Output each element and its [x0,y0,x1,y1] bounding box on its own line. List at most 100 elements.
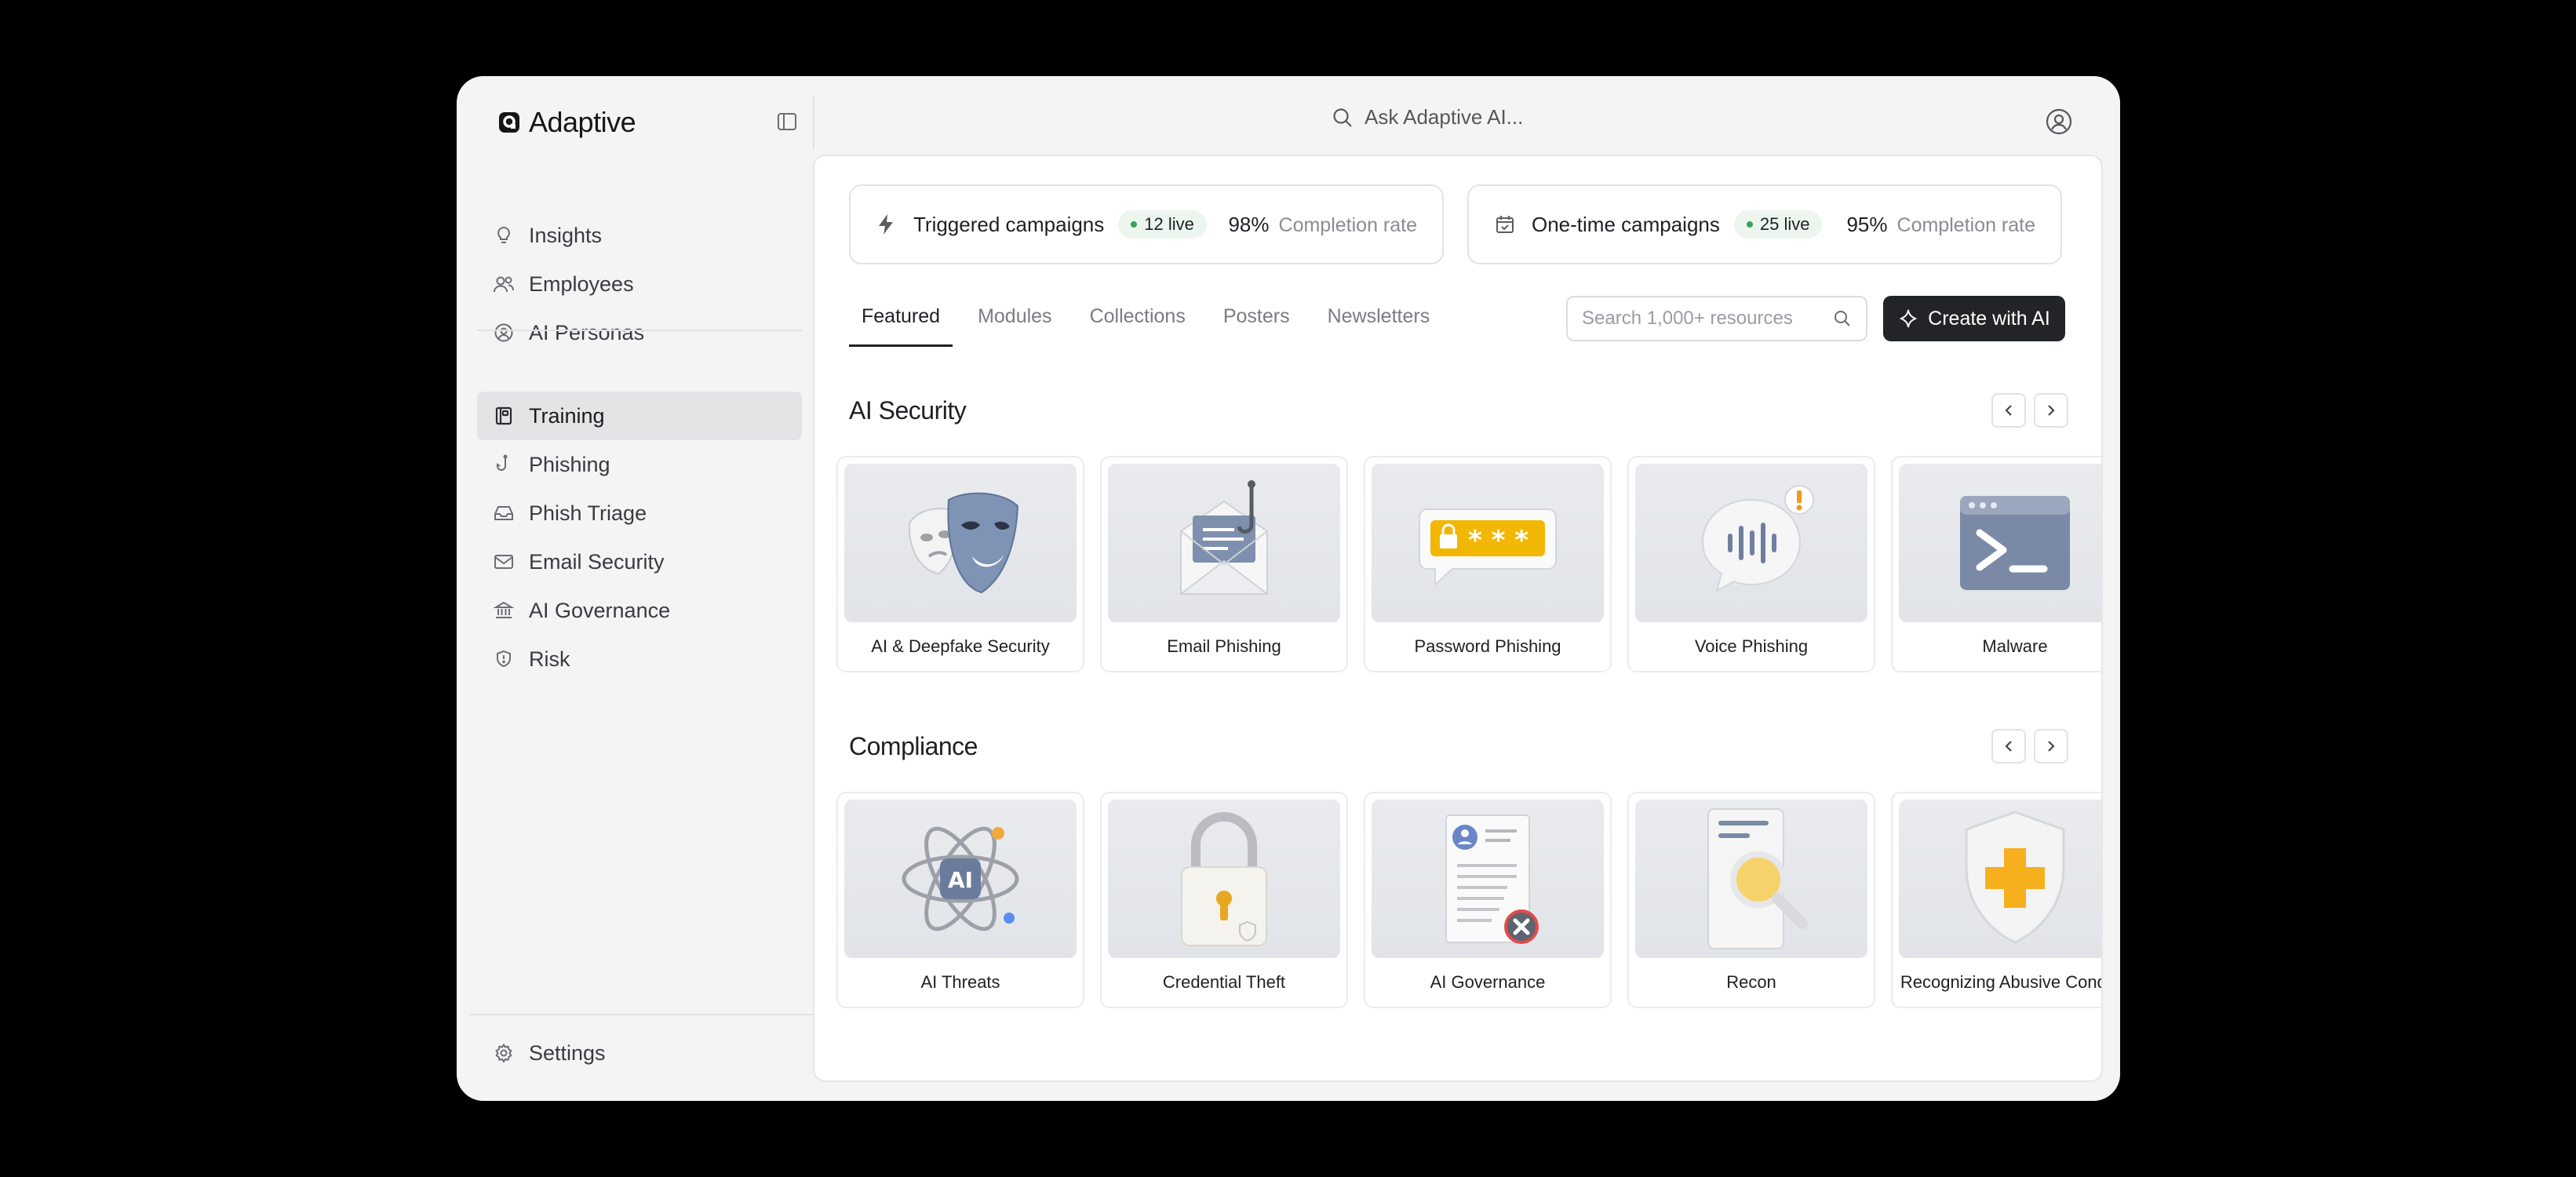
ask-ai-search[interactable]: Ask Adaptive AI... [1332,105,1523,129]
resource-card[interactable]: AI AI Threats [836,792,1084,1008]
svg-text:* * *: * * * [1468,525,1528,556]
completion-label: Completion rate [1896,213,2035,236]
app-window: Adaptive Insights Employees AI Personas … [457,76,2120,1101]
magnifier-doc-icon [1707,808,1808,949]
resource-card[interactable]: AI & Deepfake Security [836,456,1084,672]
live-badge: 12 live [1118,210,1207,239]
topbar-divider [813,97,814,150]
nav-group-primary: Insights Employees AI Personas [477,211,802,357]
card-thumbnail [1635,800,1867,958]
campaign-title: One-time campaigns [1532,212,1720,236]
tab-modules[interactable]: Modules [978,305,1065,344]
card-label: Recon [1726,972,1776,992]
sidebar-item-phish-triage[interactable]: Phish Triage [477,489,802,537]
resource-card[interactable]: Email Phishing [1100,456,1348,672]
sidebar-item-label: AI Personas [529,320,645,344]
live-dot [1131,221,1138,228]
completion-pct: 98% [1228,212,1270,236]
tab-newsletters[interactable]: Newsletters [1328,305,1443,344]
resource-card[interactable]: Voice Phishing [1627,456,1875,672]
resource-search-input[interactable] [1580,307,1819,330]
resource-card[interactable]: AI Governance [1364,792,1612,1008]
profile-icon[interactable] [2043,106,2075,137]
card-label: Recognizing Abusive Conduct [1900,972,2101,992]
section-title: Compliance [849,732,978,760]
sidebar-item-email-security[interactable]: Email Security [477,537,802,586]
resource-card[interactable]: Malware [1891,456,2101,672]
create-with-ai-button[interactable]: Create with AI [1883,296,2065,341]
card-label: AI & Deepfake Security [871,636,1050,656]
persona-icon [493,322,515,344]
brand[interactable]: Adaptive [497,106,636,139]
section-title: AI Security [849,396,967,425]
card-thumbnail [1108,464,1340,622]
resource-card[interactable]: Recognizing Abusive Conduct [1891,792,2101,1008]
calendar-icon [1494,213,1518,236]
inbox-icon [493,502,515,524]
resource-card[interactable]: * * * Password Phishing [1364,456,1612,672]
masks-icon [908,492,1019,594]
sidebar-item-training[interactable]: Training [477,392,802,440]
tab-collections[interactable]: Collections [1090,305,1198,344]
card-thumbnail [844,464,1077,622]
terminal-icon [1960,496,2070,590]
card-thumbnail: * * * [1372,464,1604,622]
card-label: Password Phishing [1414,636,1561,656]
completion-rate: 98% Completion rate [1228,213,1417,237]
sidebar-item-ai-governance[interactable]: AI Governance [477,586,802,635]
chevron-left-icon[interactable] [1991,729,2026,763]
tab-posters[interactable]: Posters [1223,305,1303,344]
search-icon[interactable] [1833,308,1853,329]
section-pager [1991,729,2068,763]
voice-bubble-icon [1701,485,1814,593]
card-thumbnail [1372,800,1604,958]
sidebar-toggle-icon[interactable] [775,110,799,133]
card-label: AI Threats [920,972,1000,992]
card-row: AI AI Threats Credential Theft AI Govern… [836,792,2101,1008]
completion-label: Completion rate [1278,213,1417,236]
card-label: AI Governance [1430,972,1546,992]
sidebar-item-insights[interactable]: Insights [477,211,802,260]
main-panel: Triggered campaigns 12 live 98% Completi… [813,155,2103,1082]
sidebar-item-employees[interactable]: Employees [477,260,802,308]
sidebar-item-label: AI Governance [529,598,671,622]
bank-icon [493,599,515,621]
svg-text:AI: AI [948,867,973,893]
section-pager [1991,393,2068,428]
tab-featured[interactable]: Featured [849,305,953,347]
sidebar-footer-divider [469,1014,813,1015]
completion-rate: 95% Completion rate [1846,213,2035,237]
sidebar-item-label: Employees [529,271,634,296]
resource-card[interactable]: Recon [1627,792,1875,1008]
resource-search [1566,296,1867,341]
resource-tabs: Featured Modules Collections Posters New… [849,305,1467,347]
bolt-icon [876,213,899,236]
chevron-right-icon[interactable] [2034,393,2068,428]
card-thumbnail [1899,464,2101,622]
shield-icon [493,648,515,670]
sidebar-item-label: Insights [529,223,603,247]
chevron-right-icon[interactable] [2034,729,2068,763]
sidebar-item-label: Settings [529,1040,606,1065]
live-count: 25 live [1759,214,1810,234]
live-dot [1746,221,1753,228]
sidebar-item-phishing[interactable]: Phishing [477,440,802,489]
sidebar-footer: Settings [477,1029,802,1077]
one-time-campaigns-card[interactable]: One-time campaigns 25 live 95% Completio… [1467,184,2062,264]
users-icon [493,273,515,295]
resource-card[interactable]: Credential Theft [1100,792,1348,1008]
brand-name: Adaptive [529,106,636,138]
mail-icon [493,551,515,573]
sidebar-item-settings[interactable]: Settings [477,1029,802,1077]
sparkle-icon [1899,309,1918,328]
sidebar-item-ai-personas[interactable]: AI Personas [477,308,802,357]
adaptive-logo-icon [499,112,519,133]
sidebar-item-risk[interactable]: Risk [477,635,802,683]
triggered-campaigns-card[interactable]: Triggered campaigns 12 live 98% Completi… [849,184,1444,264]
campaign-title: Triggered campaigns [913,212,1105,236]
card-thumbnail [1899,800,2101,958]
envelope-hook-icon [1179,480,1270,595]
nav-divider [477,330,802,331]
document-x-icon [1445,814,1539,944]
chevron-left-icon[interactable] [1991,393,2026,428]
